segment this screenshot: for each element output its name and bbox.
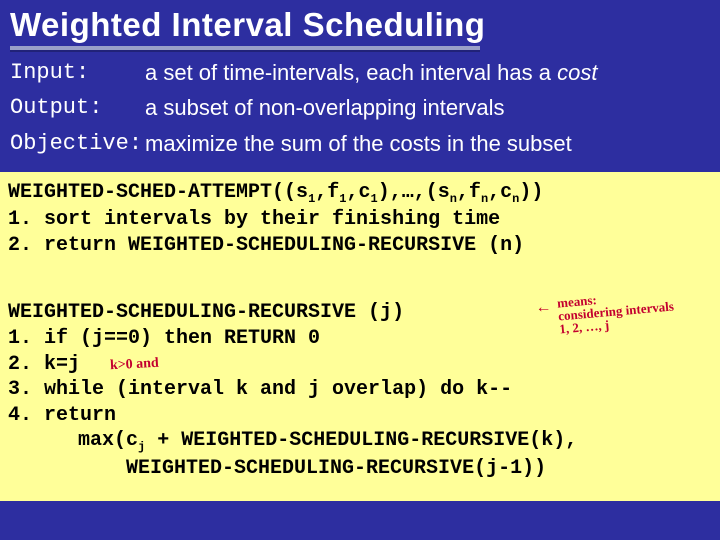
def-text-cost: cost xyxy=(557,60,597,85)
code-line: 4. return xyxy=(8,403,712,429)
title-underline xyxy=(10,46,480,50)
def-label: Objective: xyxy=(10,131,145,156)
def-output: Output: a subset of non-overlapping inte… xyxy=(10,95,710,120)
code-block-recursive: ← means: considering intervals 1, 2, …, … xyxy=(0,286,720,501)
t: )) xyxy=(519,181,543,204)
slide: Weighted Interval Scheduling Input: a se… xyxy=(0,0,720,540)
t: WEIGHTED-SCHED-ATTEMPT((s xyxy=(8,181,308,204)
t: ,c xyxy=(346,181,370,204)
slide-title: Weighted Interval Scheduling xyxy=(0,0,720,44)
t: max(c xyxy=(78,429,138,452)
def-text-part: a set of time-intervals, each interval h… xyxy=(145,60,557,85)
def-label: Input: xyxy=(10,60,145,85)
sub: 1 xyxy=(371,192,378,206)
definitions: Input: a set of time-intervals, each int… xyxy=(0,60,720,172)
def-text: a subset of non-overlapping intervals xyxy=(145,95,710,120)
t: ,c xyxy=(488,181,512,204)
code-line: WEIGHTED-SCHEDULING-RECURSIVE(j-1)) xyxy=(8,456,712,482)
t: ,f xyxy=(457,181,481,204)
code-line: WEIGHTED-SCHED-ATTEMPT((s1,f1,c1),…,(sn,… xyxy=(8,180,712,207)
t: ),…,(s xyxy=(378,181,450,204)
code-line: 2. return WEIGHTED-SCHEDULING-RECURSIVE … xyxy=(8,233,712,259)
def-text: a set of time-intervals, each interval h… xyxy=(145,60,710,85)
def-label: Output: xyxy=(10,95,145,120)
code-line: 3. while (interval k and j overlap) do k… xyxy=(8,377,712,403)
def-objective: Objective: maximize the sum of the costs… xyxy=(10,131,710,156)
code-line: 2. k=j xyxy=(8,352,712,378)
code-block-attempt: WEIGHTED-SCHED-ATTEMPT((s1,f1,c1),…,(sn,… xyxy=(0,172,720,269)
code-line: 1. sort intervals by their finishing tim… xyxy=(8,207,712,233)
t: ,f xyxy=(315,181,339,204)
sub: n xyxy=(450,192,457,206)
code-line: 1. if (j==0) then RETURN 0 xyxy=(8,326,712,352)
code-gap xyxy=(0,268,720,286)
def-input: Input: a set of time-intervals, each int… xyxy=(10,60,710,85)
code-line: WEIGHTED-SCHEDULING-RECURSIVE (j) xyxy=(8,300,712,326)
t: + WEIGHTED-SCHEDULING-RECURSIVE(k), xyxy=(145,429,577,452)
code-line: max(cj + WEIGHTED-SCHEDULING-RECURSIVE(k… xyxy=(8,428,712,455)
def-text: maximize the sum of the costs in the sub… xyxy=(145,131,710,156)
